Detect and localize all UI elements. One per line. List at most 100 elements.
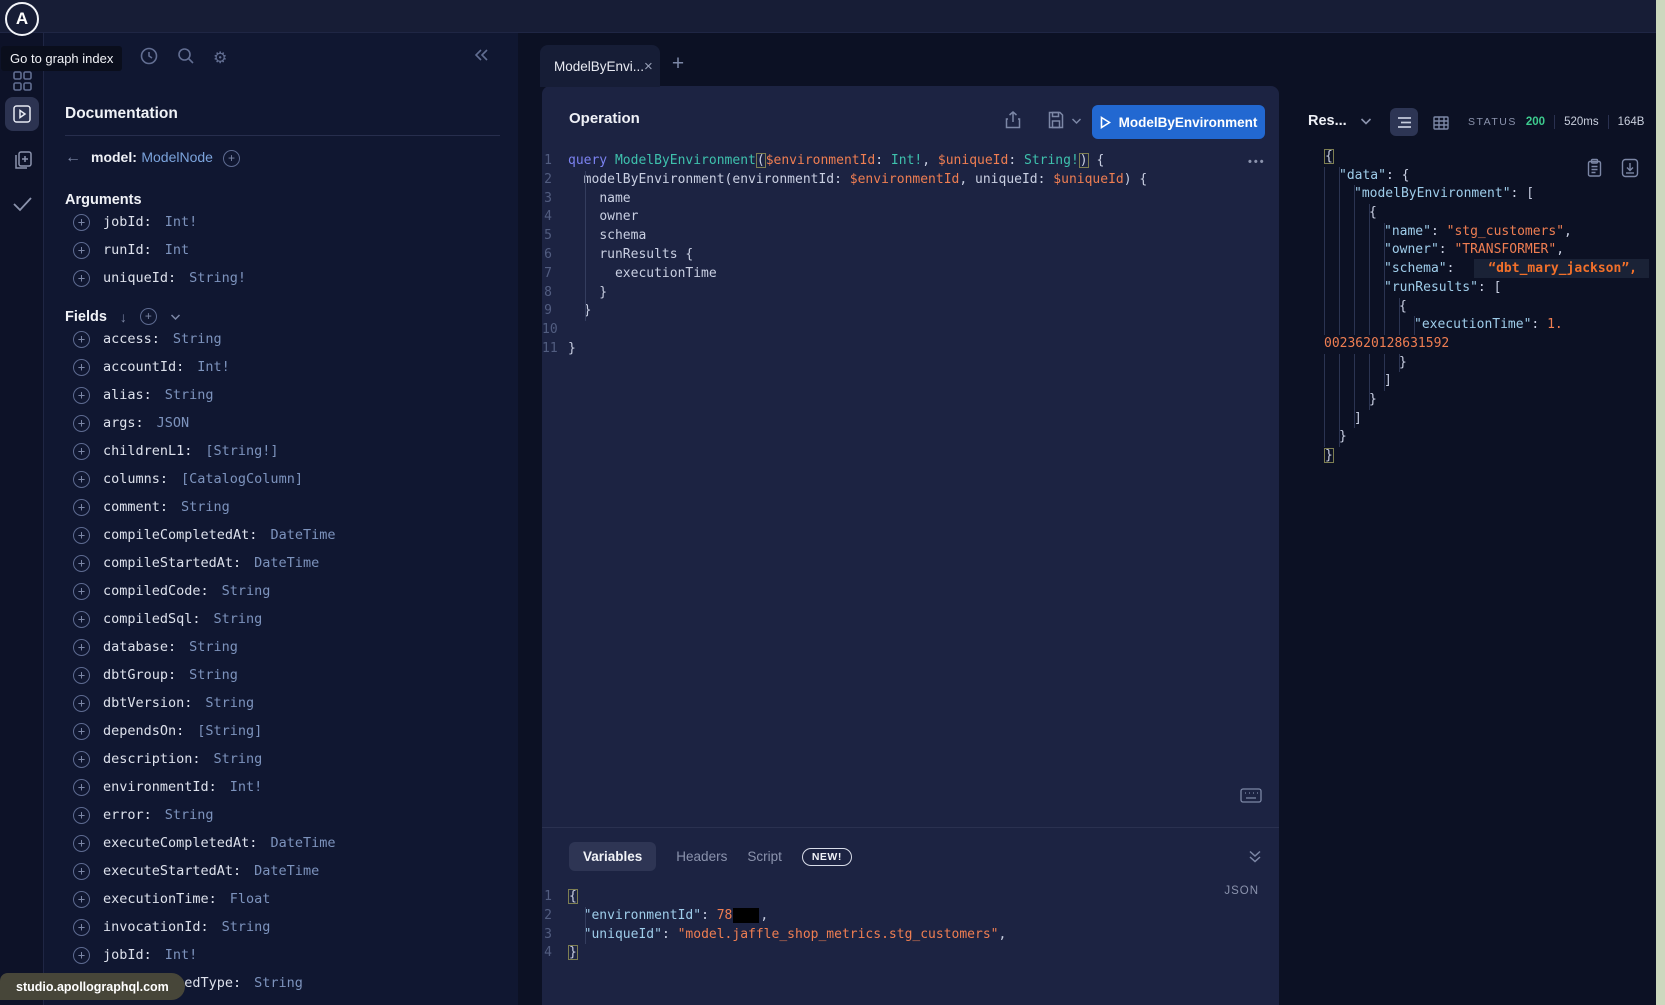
save-options-chevron-icon[interactable] xyxy=(1071,117,1082,125)
add-to-query-icon[interactable]: + xyxy=(73,891,90,908)
field-row[interactable]: +dbtGroup:String xyxy=(65,661,500,689)
tab-headers[interactable]: Headers xyxy=(676,849,727,864)
add-to-query-icon[interactable]: + xyxy=(73,695,90,712)
add-to-query-icon[interactable]: + xyxy=(73,331,90,348)
add-to-query-icon[interactable]: + xyxy=(73,919,90,936)
field-type[interactable]: DateTime xyxy=(270,527,335,543)
field-row[interactable]: +invocationId:String xyxy=(65,913,500,941)
operation-editor[interactable]: 1query ModelByEnvironment($environmentId… xyxy=(542,152,1279,359)
add-to-query-icon[interactable]: + xyxy=(73,611,90,628)
field-type[interactable]: String xyxy=(181,499,230,515)
response-dropdown-chevron-icon[interactable] xyxy=(1360,117,1372,126)
add-to-query-icon[interactable]: + xyxy=(73,270,90,287)
collapse-variables-icon[interactable] xyxy=(1248,849,1262,864)
field-type[interactable]: DateTime xyxy=(254,555,319,571)
add-to-query-icon[interactable]: + xyxy=(73,639,90,656)
field-type[interactable]: String xyxy=(165,387,214,403)
field-row[interactable]: +columns:[CatalogColumn] xyxy=(65,465,500,493)
keyboard-shortcuts-icon[interactable] xyxy=(1240,788,1262,803)
field-type[interactable]: JSON xyxy=(157,415,190,431)
checklist-icon[interactable] xyxy=(12,195,33,213)
field-row[interactable]: +compileCompletedAt:DateTime xyxy=(65,521,500,549)
back-arrow-icon[interactable]: ← xyxy=(65,149,81,167)
field-type[interactable]: [String] xyxy=(197,723,262,739)
field-type[interactable]: Int xyxy=(165,242,189,258)
field-row[interactable]: +accountId:Int! xyxy=(65,353,500,381)
tree-view-toggle[interactable] xyxy=(1390,108,1418,136)
response-viewer[interactable]: {"data": {"modelByEnvironment": [{"name"… xyxy=(1324,148,1654,466)
field-type[interactable]: Int! xyxy=(197,359,230,375)
add-all-fields-icon[interactable]: + xyxy=(140,308,157,325)
search-icon[interactable] xyxy=(176,46,195,66)
field-type[interactable]: String xyxy=(222,919,271,935)
field-row[interactable]: +compiledSql:String xyxy=(65,605,500,633)
add-to-query-icon[interactable]: + xyxy=(73,863,90,880)
field-row[interactable]: +executeStartedAt:DateTime xyxy=(65,857,500,885)
field-row[interactable]: +compileStartedAt:DateTime xyxy=(65,549,500,577)
field-row[interactable]: +compiledCode:String xyxy=(65,577,500,605)
field-row[interactable]: +comment:String xyxy=(65,493,500,521)
add-to-query-icon[interactable]: + xyxy=(73,751,90,768)
add-to-query-icon[interactable]: + xyxy=(73,555,90,572)
add-to-query-icon[interactable]: + xyxy=(73,583,90,600)
add-to-query-icon[interactable]: + xyxy=(73,387,90,404)
add-to-query-icon[interactable]: + xyxy=(73,779,90,796)
response-panel-title[interactable]: Res... xyxy=(1308,113,1347,129)
close-tab-icon[interactable]: × xyxy=(644,58,653,75)
field-row[interactable]: +executeCompletedAt:DateTime xyxy=(65,829,500,857)
collections-icon[interactable] xyxy=(12,149,34,171)
field-type[interactable]: [String!] xyxy=(205,443,278,459)
field-type[interactable]: String xyxy=(214,611,263,627)
chevron-down-icon[interactable] xyxy=(170,313,181,321)
field-type[interactable]: String xyxy=(165,807,214,823)
field-row[interactable]: +access:String xyxy=(65,325,500,353)
field-type[interactable]: String xyxy=(254,975,303,991)
field-type[interactable]: String xyxy=(189,667,238,683)
field-type[interactable]: String xyxy=(205,695,254,711)
field-row[interactable]: +alias:String xyxy=(65,381,500,409)
field-type[interactable]: String xyxy=(173,331,222,347)
field-type[interactable]: Float xyxy=(230,891,271,907)
field-row[interactable]: +jobId:Int! xyxy=(65,941,500,969)
sort-descending-icon[interactable]: ↓ xyxy=(120,309,127,325)
add-to-query-icon[interactable]: + xyxy=(73,359,90,376)
field-type[interactable]: Int! xyxy=(165,947,198,963)
field-type[interactable]: DateTime xyxy=(270,835,335,851)
tab-script[interactable]: Script xyxy=(747,849,782,864)
add-to-query-icon[interactable]: + xyxy=(73,835,90,852)
apollo-logo-icon[interactable]: A xyxy=(5,2,39,36)
add-to-query-icon[interactable]: + xyxy=(73,443,90,460)
field-type[interactable]: Int! xyxy=(230,779,263,795)
add-to-query-icon[interactable]: + xyxy=(73,723,90,740)
add-to-query-icon[interactable]: + xyxy=(73,415,90,432)
argument-row[interactable]: +runId:Int xyxy=(65,236,500,264)
add-to-query-icon[interactable]: + xyxy=(73,499,90,516)
operations-tab-active[interactable] xyxy=(5,97,39,131)
graph-index-icon[interactable] xyxy=(12,70,33,96)
save-icon[interactable] xyxy=(1047,110,1065,130)
field-type[interactable]: String! xyxy=(189,270,246,286)
field-row[interactable]: +environmentId:Int! xyxy=(65,773,500,801)
download-response-icon[interactable] xyxy=(1621,158,1639,178)
add-to-query-icon[interactable]: + xyxy=(73,807,90,824)
field-type[interactable]: String xyxy=(214,751,263,767)
field-row[interactable]: +description:String xyxy=(65,745,500,773)
add-to-query-icon[interactable]: + xyxy=(73,947,90,964)
field-type[interactable]: DateTime xyxy=(254,863,319,879)
add-field-icon[interactable]: + xyxy=(223,150,240,167)
field-row[interactable]: +database:String xyxy=(65,633,500,661)
field-type[interactable]: Int! xyxy=(165,214,198,230)
tab-variables[interactable]: Variables xyxy=(569,842,656,871)
run-operation-button[interactable]: ModelByEnvironment xyxy=(1092,105,1265,139)
history-icon[interactable] xyxy=(139,46,158,66)
add-to-query-icon[interactable]: + xyxy=(73,527,90,544)
add-to-query-icon[interactable]: + xyxy=(73,242,90,259)
field-row[interactable]: +error:String xyxy=(65,801,500,829)
field-type[interactable]: String xyxy=(189,639,238,655)
new-tab-icon[interactable]: + xyxy=(666,52,690,76)
field-row[interactable]: +childrenL1:[String!] xyxy=(65,437,500,465)
field-type[interactable]: [CatalogColumn] xyxy=(181,471,303,487)
add-to-query-icon[interactable]: + xyxy=(73,214,90,231)
table-view-toggle[interactable] xyxy=(1428,110,1454,136)
add-to-query-icon[interactable]: + xyxy=(73,667,90,684)
